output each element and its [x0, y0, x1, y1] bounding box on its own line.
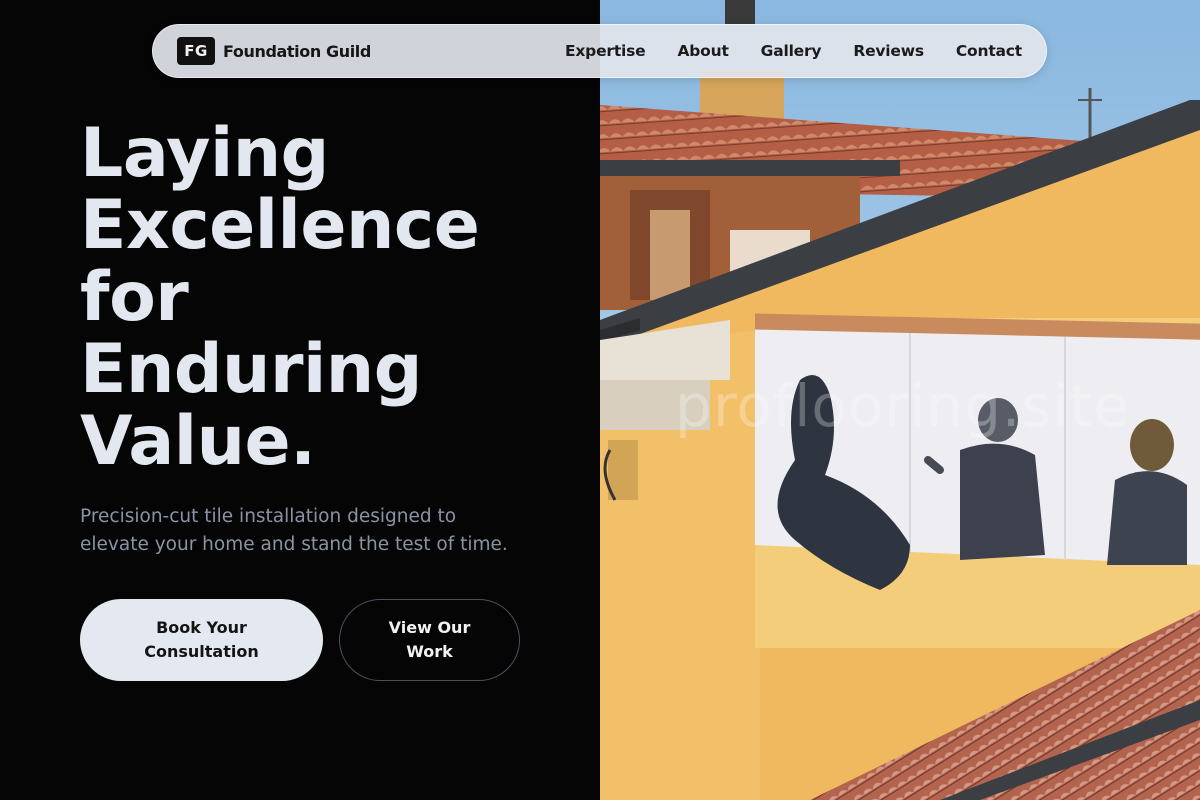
- hero-headline: Laying Excellence for Enduring Value.: [80, 118, 580, 478]
- brand[interactable]: FG Foundation Guild: [177, 37, 371, 65]
- brand-logo[interactable]: FG: [177, 37, 215, 65]
- nav-link-gallery[interactable]: Gallery: [761, 42, 822, 60]
- headline-line: for: [80, 258, 189, 337]
- nav-link-contact[interactable]: Contact: [956, 42, 1022, 60]
- book-consultation-button[interactable]: Book Your Consultation: [80, 599, 323, 681]
- nav-link-expertise[interactable]: Expertise: [565, 42, 646, 60]
- headline-line: Enduring: [80, 330, 422, 409]
- top-nav: FG Foundation Guild Expertise About Gall…: [152, 24, 1047, 78]
- hero-photo: proflooring.site: [600, 0, 1200, 800]
- button-label-line: Consultation: [144, 642, 259, 661]
- nav-links: Expertise About Gallery Reviews Contact: [565, 42, 1022, 60]
- headline-line: Laying: [80, 114, 329, 193]
- hero-subtext: Precision-cut tile installation designed…: [80, 503, 540, 559]
- headline-line: Excellence: [80, 186, 480, 265]
- view-work-button[interactable]: View Our Work: [339, 599, 520, 681]
- headline-line: Value.: [80, 402, 316, 481]
- watermark: proflooring.site: [675, 372, 1131, 440]
- nav-link-reviews[interactable]: Reviews: [853, 42, 924, 60]
- button-label-line: View Our: [388, 618, 471, 637]
- brand-name[interactable]: Foundation Guild: [223, 42, 371, 61]
- nav-link-about[interactable]: About: [677, 42, 728, 60]
- subtext-line: elevate your home and stand the test of …: [80, 534, 508, 555]
- button-label-line: Work: [406, 642, 453, 661]
- subtext-line: Precision-cut tile installation designed…: [80, 506, 457, 527]
- button-label-line: Book Your: [156, 618, 247, 637]
